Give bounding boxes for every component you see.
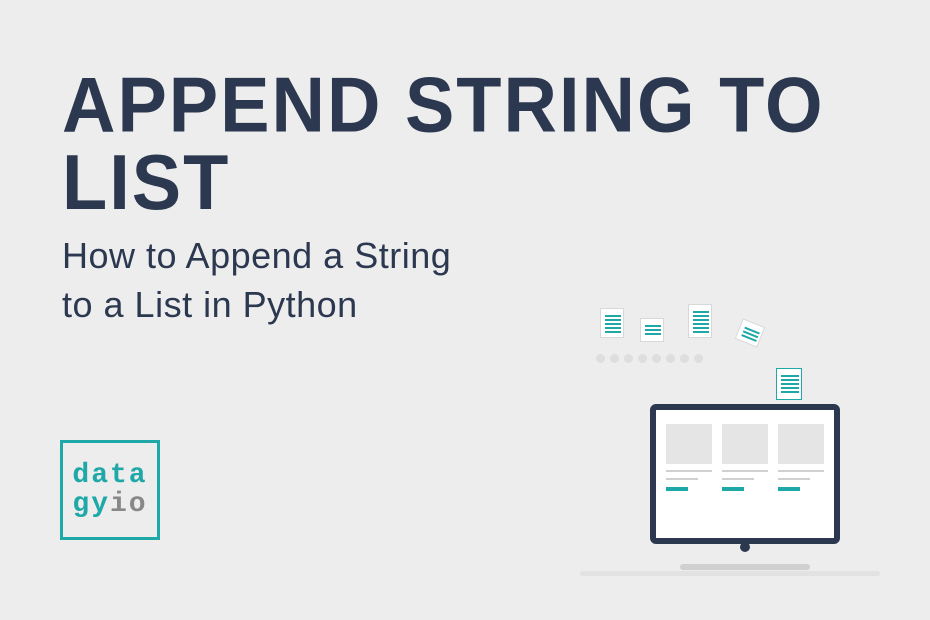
monitor-icon bbox=[650, 404, 840, 544]
document-icon bbox=[600, 308, 624, 338]
logo-gy: gy bbox=[72, 489, 110, 520]
document-icon bbox=[640, 318, 664, 342]
document-icon bbox=[688, 304, 712, 338]
subtitle-line-1: How to Append a String bbox=[62, 232, 870, 281]
content-card-icon bbox=[778, 424, 824, 491]
document-icon bbox=[735, 318, 765, 347]
shadow bbox=[580, 571, 880, 576]
logo-io: io bbox=[110, 489, 148, 520]
logo-text-bottom: gyio bbox=[72, 490, 147, 519]
logo-text-top: data bbox=[72, 461, 147, 490]
content-card-icon bbox=[666, 424, 712, 491]
illustration bbox=[540, 300, 890, 580]
logo: data gyio bbox=[60, 440, 160, 540]
monitor-stand-icon bbox=[680, 564, 810, 570]
page-title: APPEND STRING TO LIST bbox=[62, 66, 870, 221]
pagination-dots-icon bbox=[596, 354, 703, 363]
content-card-icon bbox=[722, 424, 768, 491]
document-icon bbox=[776, 368, 802, 400]
